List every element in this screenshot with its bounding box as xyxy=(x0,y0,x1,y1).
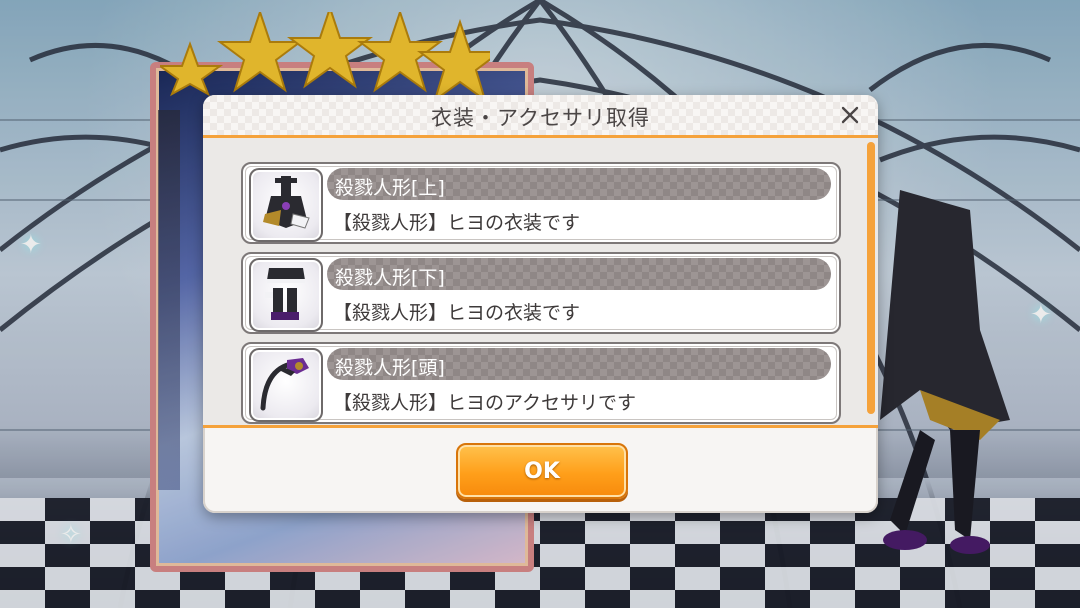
top-costume-icon xyxy=(263,176,310,229)
item-thumbnail xyxy=(249,168,323,242)
item-description: 【殺戮人形】ヒヨの衣装です xyxy=(333,212,581,234)
head-accessory-icon xyxy=(260,358,309,411)
acquired-items-list[interactable]: 殺戮人形[上] 【殺戮人形】ヒヨの衣装です 殺戮人形[下] 【殺戮人形】ヒヨの衣… xyxy=(203,138,878,428)
item-thumbnail xyxy=(249,258,323,332)
item-name: 殺戮人形[頭] xyxy=(335,357,445,379)
item-description: 【殺戮人形】ヒヨの衣装です xyxy=(333,302,581,324)
ok-button-label: OK xyxy=(524,458,560,484)
item-thumbnail xyxy=(249,348,323,422)
ok-button[interactable]: OK xyxy=(456,443,628,499)
list-item[interactable]: 殺戮人形[頭] 【殺戮人形】ヒヨのアクセサリです xyxy=(241,342,841,424)
list-scrollbar[interactable] xyxy=(867,142,875,414)
item-name-bar: 殺戮人形[下] xyxy=(327,258,831,290)
bottom-costume-icon xyxy=(265,268,305,320)
close-button[interactable] xyxy=(836,101,864,129)
item-name-bar: 殺戮人形[上] xyxy=(327,168,831,200)
item-description: 【殺戮人形】ヒヨのアクセサリです xyxy=(333,392,637,414)
dialog-title: 衣装・アクセサリ取得 xyxy=(431,106,650,130)
item-acquired-dialog: 衣装・アクセサリ取得 殺戮人形[上] 【殺戮人形】ヒヨの衣装です 殺戮人形[下]… xyxy=(203,95,878,513)
item-name-bar: 殺戮人形[頭] xyxy=(327,348,831,380)
list-item[interactable]: 殺戮人形[下] 【殺戮人形】ヒヨの衣装です xyxy=(241,252,841,334)
close-icon xyxy=(841,106,859,124)
item-name: 殺戮人形[上] xyxy=(335,177,445,199)
scrollbar-thumb[interactable] xyxy=(867,142,875,414)
dialog-header: 衣装・アクセサリ取得 xyxy=(203,95,878,138)
item-name: 殺戮人形[下] xyxy=(335,267,445,289)
list-item[interactable]: 殺戮人形[上] 【殺戮人形】ヒヨの衣装です xyxy=(241,162,841,244)
